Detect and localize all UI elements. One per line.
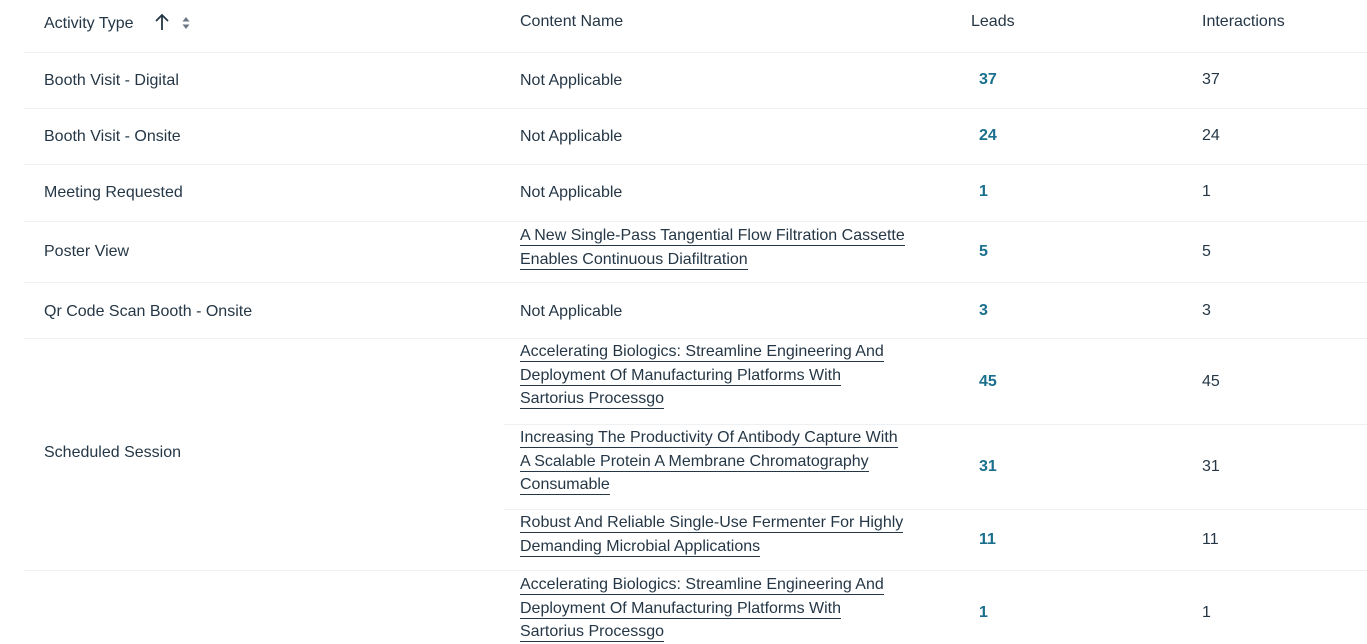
sub-row: Accelerating Biologics: Streamline Engin… <box>504 339 1367 425</box>
header-activity-type[interactable]: Activity Type <box>44 13 190 36</box>
header-leads[interactable]: Leads <box>971 13 1015 31</box>
header-activity-type-label: Activity Type <box>44 15 134 32</box>
leads-link[interactable]: 3 <box>979 299 988 322</box>
interactions-cell: 1 <box>1202 604 1211 621</box>
sub-row: Increasing The Productivity Of Antibody … <box>504 425 1367 510</box>
content-line: Robust And Reliable Single-Use Fermenter… <box>520 514 904 533</box>
leads-link[interactable]: 11 <box>979 528 996 551</box>
leads-link[interactable]: 37 <box>979 68 997 91</box>
interactions-cell: 11 <box>1202 531 1219 548</box>
activity-table: Activity Type Content Name Leads Interac… <box>24 0 1367 642</box>
activity-type-cell: Booth Visit - Digital <box>44 72 179 89</box>
header-content-name[interactable]: Content Name <box>520 13 623 31</box>
interactions-cell: 24 <box>1202 127 1220 144</box>
content-line: Sartorius Processgo <box>520 623 665 642</box>
content-name-link[interactable]: Accelerating Biologics: Streamline Engin… <box>520 340 920 411</box>
leads-link[interactable]: 24 <box>979 124 997 147</box>
content-line: Increasing The Productivity Of Antibody … <box>520 429 898 448</box>
table-row: Meeting Requested Not Applicable 1 1 <box>24 165 1367 222</box>
interactions-cell: 31 <box>1202 458 1220 475</box>
table-row-group: Accelerating Biologics: Streamline Engin… <box>24 571 1367 642</box>
activity-type-cell: Booth Visit - Onsite <box>44 128 181 145</box>
content-name-link[interactable]: Increasing The Productivity Of Antibody … <box>520 426 920 497</box>
leads-link[interactable]: 1 <box>979 601 988 624</box>
content-name-link[interactable]: A New Single-Pass Tangential Flow Filtra… <box>520 224 920 271</box>
activity-type-cell: Scheduled Session <box>44 444 181 461</box>
leads-link[interactable]: 31 <box>979 455 997 478</box>
activity-type-cell: Qr Code Scan Booth - Onsite <box>44 303 253 320</box>
header-interactions[interactable]: Interactions <box>1202 13 1285 31</box>
content-name-cell: Not Applicable <box>520 72 623 89</box>
leads-link[interactable]: 1 <box>979 180 988 203</box>
table-row: Qr Code Scan Booth - Onsite Not Applicab… <box>24 283 1367 339</box>
table-row: Booth Visit - Onsite Not Applicable 24 2… <box>24 109 1367 165</box>
leads-link[interactable]: 5 <box>979 240 988 263</box>
table-row: Booth Visit - Digital Not Applicable 37 … <box>24 53 1367 109</box>
content-name-link[interactable]: Accelerating Biologics: Streamline Engin… <box>520 573 920 644</box>
activity-type-cell: Poster View <box>44 243 130 260</box>
content-line: A New Single-Pass Tangential Flow Filtra… <box>520 227 905 246</box>
content-line: A Scalable Protein A Membrane Chromatogr… <box>520 452 869 472</box>
sub-row: Robust And Reliable Single-Use Fermenter… <box>504 510 1367 570</box>
table-row-group: Scheduled Session Accelerating Biologics… <box>24 339 1367 571</box>
interactions-cell: 3 <box>1202 302 1211 319</box>
content-line: Accelerating Biologics: Streamline Engin… <box>520 343 884 362</box>
content-line: Sartorius Processgo <box>520 390 665 409</box>
content-line: Deployment Of Manufacturing Platforms Wi… <box>520 599 842 619</box>
content-line: Consumable <box>520 476 610 495</box>
leads-link[interactable]: 45 <box>979 370 997 393</box>
interactions-cell: 5 <box>1202 243 1211 260</box>
interactions-cell: 45 <box>1202 373 1220 390</box>
interactions-cell: 37 <box>1202 71 1220 88</box>
content-name-cell: Not Applicable <box>520 184 623 201</box>
content-name-cell: Not Applicable <box>520 128 623 145</box>
content-line: Enables Continuous Diafiltration <box>520 250 748 270</box>
sort-both-icon[interactable] <box>182 16 190 35</box>
interactions-cell: 1 <box>1202 183 1211 200</box>
content-line: Demanding Microbial Applications <box>520 537 761 557</box>
content-name-link[interactable]: Robust And Reliable Single-Use Fermenter… <box>520 511 920 558</box>
content-line: Deployment Of Manufacturing Platforms Wi… <box>520 366 842 386</box>
arrow-up-icon[interactable] <box>154 13 170 36</box>
sub-row: Accelerating Biologics: Streamline Engin… <box>504 571 1367 642</box>
content-line: Accelerating Biologics: Streamline Engin… <box>520 576 884 595</box>
table-row: Poster View A New Single-Pass Tangential… <box>24 222 1367 283</box>
table-header: Activity Type Content Name Leads Interac… <box>24 0 1367 53</box>
activity-type-cell: Meeting Requested <box>44 184 183 201</box>
content-name-cell: Not Applicable <box>520 303 623 320</box>
